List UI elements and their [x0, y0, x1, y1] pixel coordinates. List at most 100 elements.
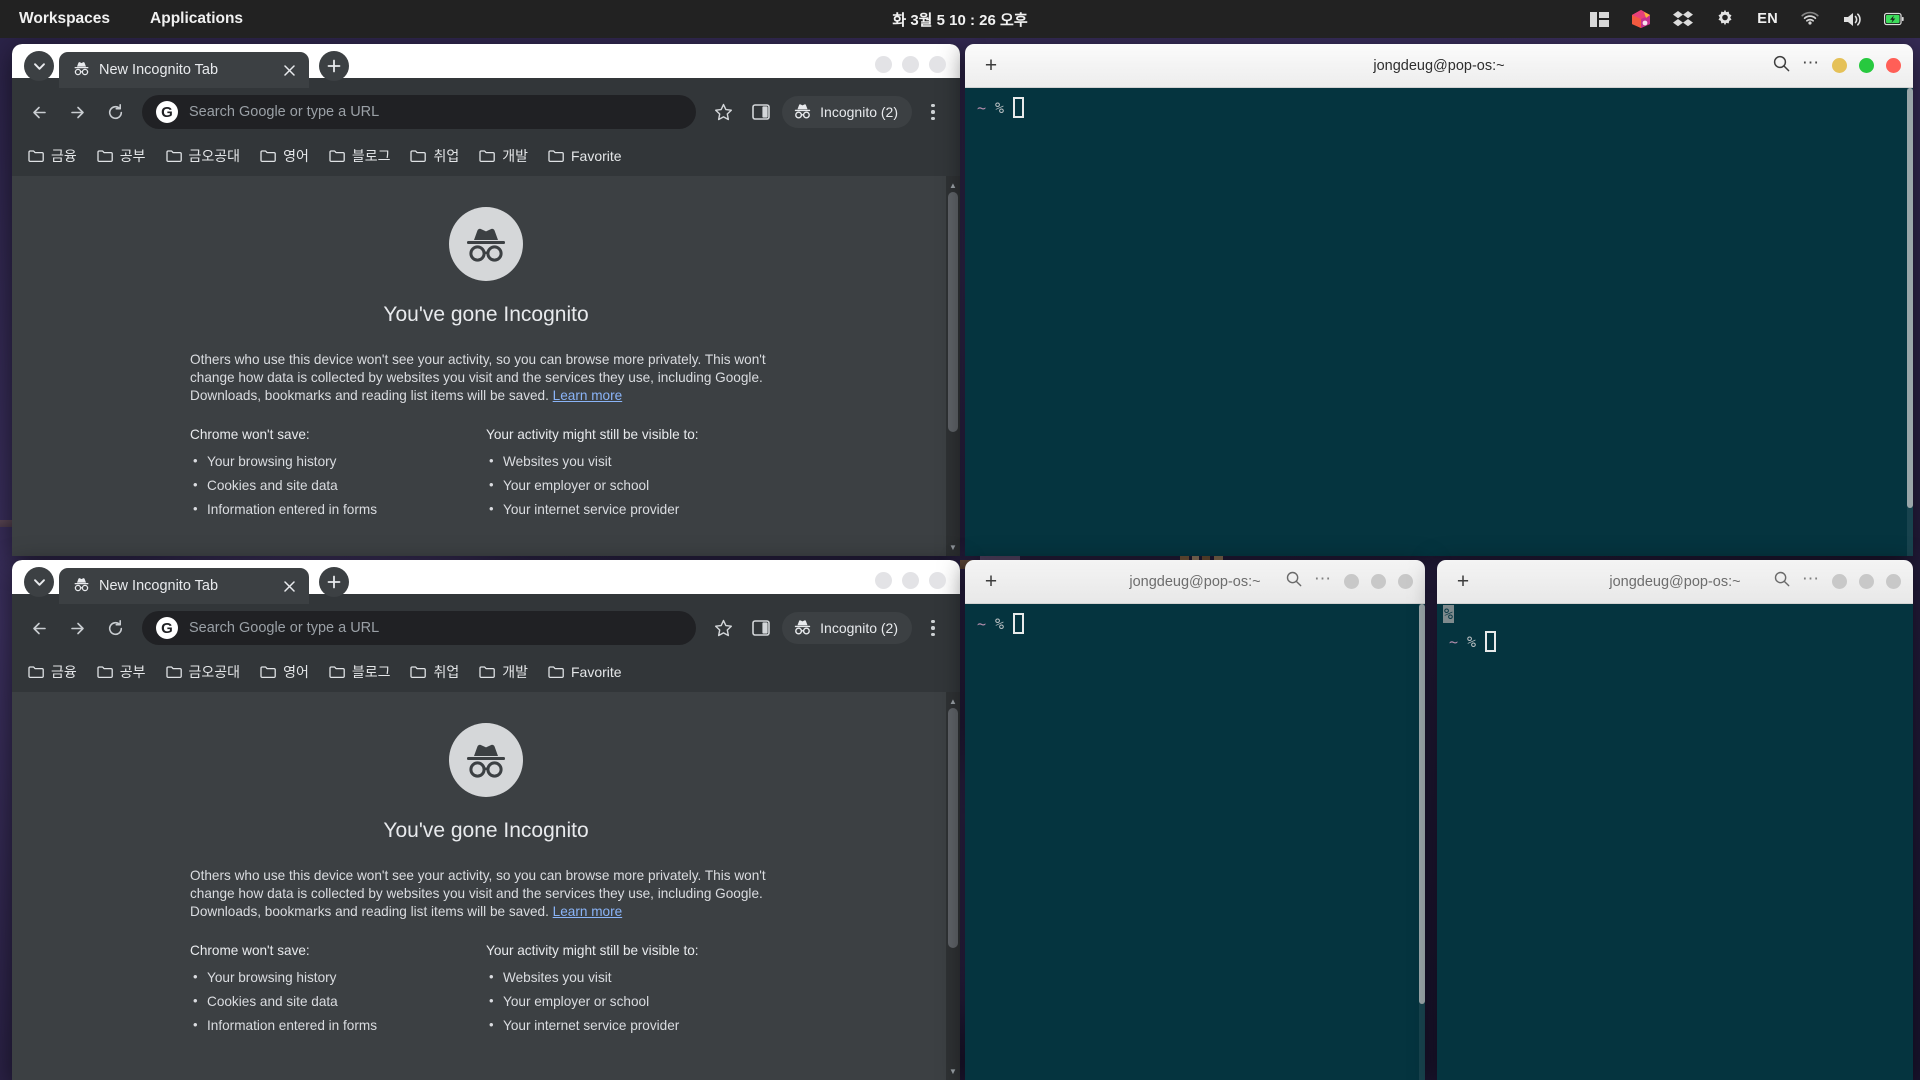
new-tab-button[interactable] — [319, 51, 349, 81]
bookmark-folder[interactable]: 취업 — [402, 657, 467, 687]
new-terminal-tab-button[interactable]: + — [1449, 568, 1477, 596]
browser-tab[interactable]: New Incognito Tab — [59, 52, 309, 88]
list-item: Your employer or school — [486, 476, 782, 495]
bookmark-folder[interactable]: 영어 — [252, 657, 317, 687]
scrollbar-thumb[interactable] — [1419, 604, 1425, 1004]
terminal-window-1[interactable]: + jongdeug@pop-os:~ ⋯ ~ % — [965, 44, 1913, 556]
reload-icon[interactable] — [98, 611, 132, 645]
close-button[interactable] — [1886, 574, 1901, 589]
bookmark-folder[interactable]: 블로그 — [321, 141, 399, 171]
bookmark-folder[interactable]: Favorite — [540, 143, 630, 169]
scrollbar-thumb[interactable] — [948, 708, 958, 948]
side-panel-icon[interactable] — [744, 95, 778, 129]
close-button[interactable] — [1398, 574, 1413, 589]
bookmark-folder[interactable]: 공부 — [89, 141, 154, 171]
colorful-app-icon[interactable] — [1631, 9, 1651, 29]
terminal-menu-icon[interactable]: ⋯ — [1802, 570, 1820, 587]
maximize-button[interactable] — [902, 572, 919, 589]
scrollbar-thumb[interactable] — [1907, 88, 1913, 508]
reload-icon[interactable] — [98, 95, 132, 129]
list: Your browsing history Cookies and site d… — [190, 968, 486, 1035]
scrollbar-thumb[interactable] — [948, 192, 958, 432]
chrome-menu-icon[interactable] — [916, 611, 950, 645]
panel-layout-icon[interactable] — [1589, 9, 1609, 29]
bookmark-folder[interactable]: 취업 — [402, 141, 467, 171]
bookmark-folder[interactable]: 영어 — [252, 141, 317, 171]
dropbox-icon[interactable] — [1673, 9, 1694, 29]
close-icon[interactable] — [279, 576, 299, 596]
tab-search-button[interactable] — [24, 51, 54, 81]
chrome-window-1[interactable]: New Incognito Tab G Search Google or typ… — [12, 44, 960, 556]
forward-icon[interactable] — [60, 95, 94, 129]
bookmark-folder[interactable]: 금오공대 — [158, 657, 249, 687]
back-icon[interactable] — [22, 611, 56, 645]
scrollbar[interactable]: ▲ ▼ — [946, 176, 960, 556]
search-icon[interactable] — [1773, 55, 1790, 77]
terminal-body[interactable]: % ~ % — [1437, 604, 1913, 1080]
incognito-indicator[interactable]: Incognito (2) — [782, 96, 912, 128]
chrome-window-2[interactable]: New Incognito Tab G Search Google or typ… — [12, 560, 960, 1080]
scrollbar[interactable]: ▲ ▼ — [946, 692, 960, 1080]
bookmark-folder[interactable]: 공부 — [89, 657, 154, 687]
minimize-button[interactable] — [875, 572, 892, 589]
bookmark-star-icon[interactable] — [706, 611, 740, 645]
keyboard-layout-indicator[interactable]: EN — [1757, 11, 1778, 27]
scroll-down-arrow[interactable]: ▼ — [946, 540, 960, 554]
bookmark-folder[interactable]: 금융 — [20, 141, 85, 171]
terminal-window-3[interactable]: + jongdeug@pop-os:~ ⋯ % ~ % — [1437, 560, 1913, 1080]
terminal-scrollbar[interactable] — [1419, 604, 1425, 1080]
search-icon[interactable] — [1774, 571, 1790, 592]
minimize-button[interactable] — [1344, 574, 1359, 589]
scroll-down-arrow[interactable]: ▼ — [946, 1064, 960, 1078]
back-icon[interactable] — [22, 95, 56, 129]
maximize-button[interactable] — [1371, 574, 1386, 589]
maximize-button[interactable] — [1859, 574, 1874, 589]
chrome-toolbar: G Search Google or type a URL Incognito … — [12, 88, 960, 136]
gear-icon[interactable] — [1715, 9, 1735, 29]
bookmark-folder[interactable]: Favorite — [540, 659, 630, 685]
bookmark-folder[interactable]: 블로그 — [321, 657, 399, 687]
forward-icon[interactable] — [60, 611, 94, 645]
terminal-body[interactable]: ~ % — [965, 88, 1913, 556]
omnibox[interactable]: G Search Google or type a URL — [142, 95, 697, 129]
bookmark-folder[interactable]: 개발 — [471, 657, 536, 687]
close-icon[interactable] — [279, 60, 299, 80]
learn-more-link[interactable]: Learn more — [553, 388, 623, 403]
volume-icon[interactable] — [1842, 9, 1862, 29]
incognito-indicator[interactable]: Incognito (2) — [782, 612, 912, 644]
new-terminal-tab-button[interactable]: + — [977, 52, 1005, 80]
maximize-button[interactable] — [1859, 58, 1874, 73]
scroll-up-arrow[interactable]: ▲ — [946, 694, 960, 708]
battery-charging-icon[interactable] — [1884, 9, 1904, 29]
terminal-window-2[interactable]: + jongdeug@pop-os:~ ⋯ ~ % — [965, 560, 1425, 1080]
new-terminal-tab-button[interactable]: + — [977, 568, 1005, 596]
maximize-button[interactable] — [902, 56, 919, 73]
terminal-scrollbar[interactable] — [1907, 88, 1913, 556]
minimize-button[interactable] — [1832, 574, 1847, 589]
chrome-menu-icon[interactable] — [916, 95, 950, 129]
close-button[interactable] — [929, 572, 946, 589]
terminal-body[interactable]: ~ % — [965, 604, 1425, 1080]
new-tab-button[interactable] — [319, 567, 349, 597]
terminal-menu-icon[interactable]: ⋯ — [1802, 54, 1820, 71]
wifi-icon[interactable] — [1800, 9, 1820, 29]
scroll-up-arrow[interactable]: ▲ — [946, 178, 960, 192]
tab-search-button[interactable] — [24, 567, 54, 597]
bookmark-folder[interactable]: 개발 — [471, 141, 536, 171]
minimize-button[interactable] — [875, 56, 892, 73]
learn-more-link[interactable]: Learn more — [553, 904, 623, 919]
bookmark-folder[interactable]: 금오공대 — [158, 141, 249, 171]
bookmark-star-icon[interactable] — [706, 95, 740, 129]
minimize-button[interactable] — [1832, 58, 1847, 73]
omnibox[interactable]: G Search Google or type a URL — [142, 611, 697, 645]
search-icon[interactable] — [1286, 571, 1302, 592]
close-button[interactable] — [929, 56, 946, 73]
workspaces-button[interactable]: Workspaces — [14, 7, 115, 31]
applications-button[interactable]: Applications — [145, 7, 248, 31]
terminal-menu-icon[interactable]: ⋯ — [1314, 570, 1332, 587]
side-panel-icon[interactable] — [744, 611, 778, 645]
browser-tab[interactable]: New Incognito Tab — [59, 568, 309, 604]
bookmark-folder[interactable]: 금융 — [20, 657, 85, 687]
clock[interactable]: 화 3월 5 10 : 26 오후 — [892, 9, 1027, 30]
close-button[interactable] — [1886, 58, 1901, 73]
